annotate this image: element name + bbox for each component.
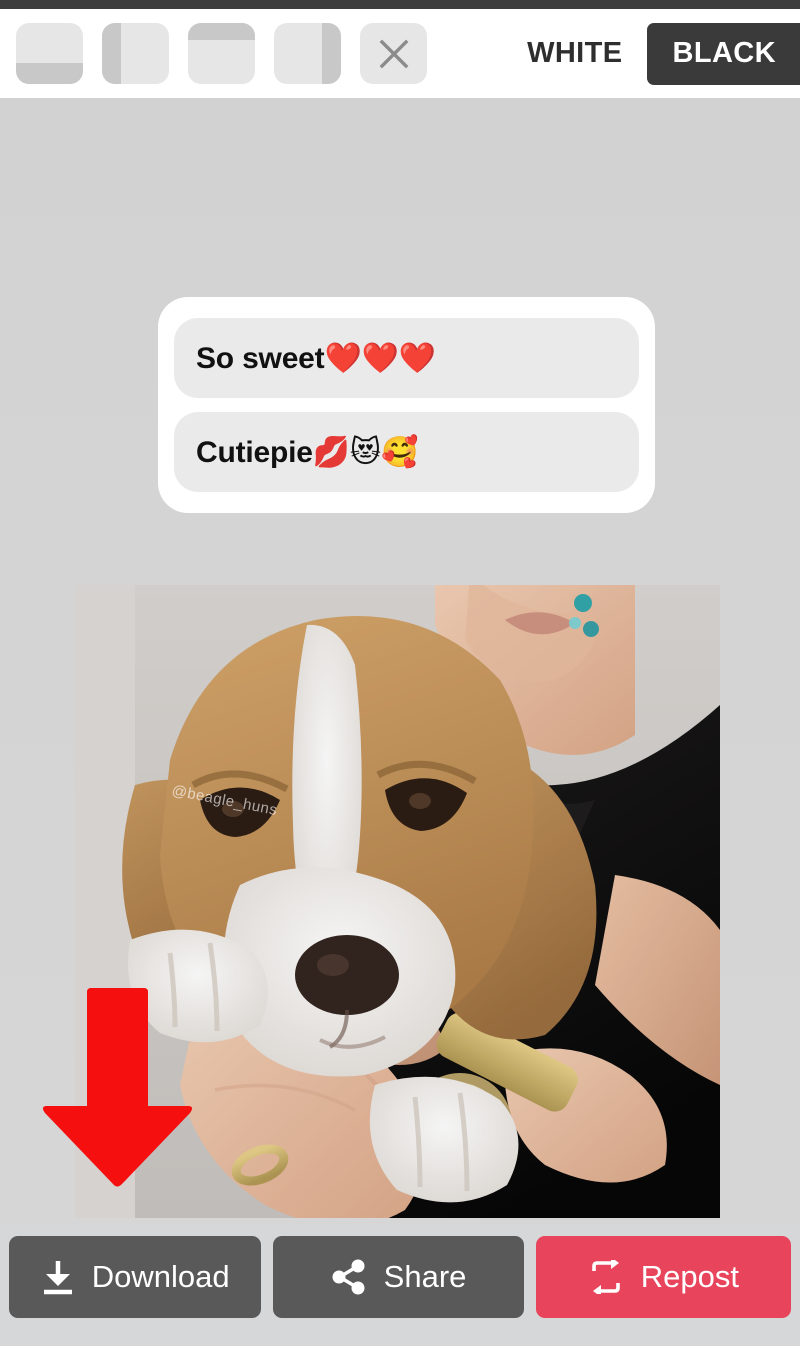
download-icon	[41, 1259, 75, 1295]
download-button[interactable]: Download	[9, 1236, 262, 1318]
crop-top-bar-button[interactable]	[188, 23, 255, 84]
mode-option-white[interactable]: WHITE	[503, 23, 646, 85]
comment-card[interactable]: So sweet❤️❤️❤️ Cutiepie💋😻🥰	[158, 297, 655, 513]
comment-body: So sweet	[196, 341, 325, 375]
crop-left-bar-button[interactable]	[102, 23, 169, 84]
preview-canvas: So sweet❤️❤️❤️ Cutiepie💋😻🥰 @beagle_huns	[0, 98, 800, 1225]
annotation-arrow-down	[40, 988, 195, 1188]
mode-option-black[interactable]: BLACK	[646, 22, 800, 85]
share-button[interactable]: Share	[273, 1236, 524, 1318]
comment-bubble: So sweet❤️❤️❤️	[174, 318, 639, 398]
editor-toolbar: WHITE BLACK	[0, 9, 800, 98]
comment-text: Cutiepie💋😻🥰	[196, 435, 418, 470]
download-button-label: Download	[91, 1259, 230, 1294]
crop-right-bar-button[interactable]	[274, 23, 341, 84]
comment-bubble: Cutiepie💋😻🥰	[174, 412, 639, 492]
repost-button-label: Repost	[640, 1259, 739, 1294]
status-strip	[0, 0, 800, 9]
crop-tool-group	[0, 23, 427, 84]
crop-bottom-bar-button[interactable]	[16, 23, 83, 84]
crop-left-icon	[102, 23, 121, 84]
action-bar: Download Share Repost	[0, 1225, 800, 1346]
crop-top-icon	[188, 23, 255, 40]
comment-body: Cutiepie	[196, 435, 313, 469]
crop-clear-button[interactable]	[360, 23, 427, 84]
close-x-icon	[379, 39, 408, 68]
comment-emoji: 💋😻🥰	[312, 434, 419, 470]
arrow-down-icon	[42, 988, 193, 1187]
app-root: WHITE BLACK So sweet❤️❤️❤️ Cutiepie💋😻🥰 @…	[0, 0, 800, 1346]
share-button-label: Share	[383, 1259, 467, 1294]
comment-emoji: ❤️❤️❤️	[324, 340, 436, 376]
crop-right-icon	[322, 23, 341, 84]
repost-icon	[588, 1260, 624, 1294]
crop-bottom-icon	[16, 63, 83, 84]
share-icon	[331, 1259, 367, 1295]
comment-text: So sweet❤️❤️❤️	[196, 341, 436, 376]
repost-button[interactable]: Repost	[535, 1236, 792, 1318]
background-mode-toggle: WHITE BLACK	[503, 9, 800, 98]
